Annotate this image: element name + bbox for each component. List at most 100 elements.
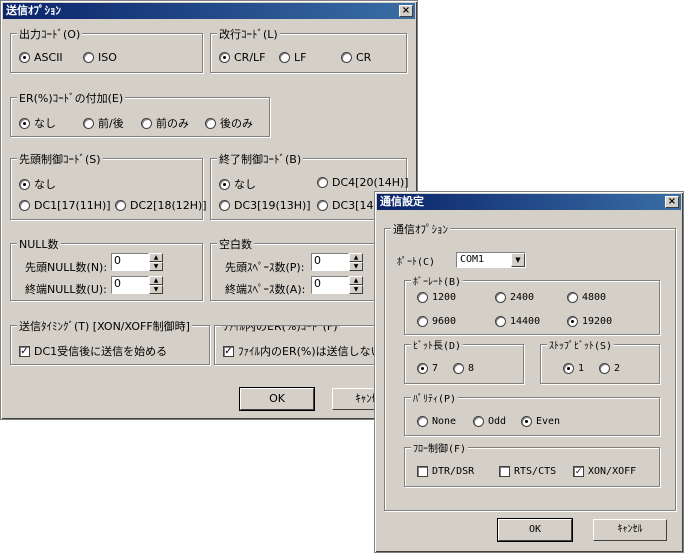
radio-cr[interactable]: CR (341, 51, 371, 64)
radio-tail-dc4[interactable]: DC4[20(14H)] (317, 176, 409, 189)
er-add-legend: ER(%)ｺｰﾄﾞの付加(E) (17, 90, 126, 106)
radio-parity-even[interactable]: Even (521, 416, 560, 427)
head-space-input[interactable]: 0 (311, 253, 349, 271)
radio-selected-icon (19, 52, 30, 63)
radio-er-none[interactable]: なし (19, 115, 56, 131)
tail-null-input[interactable]: 0 (111, 276, 149, 294)
port-select[interactable]: COM1 ▼ (456, 252, 526, 268)
radio-selected-icon (19, 178, 30, 190)
xon-xoff-checkbox[interactable]: ✓ XON/XOFF (573, 466, 636, 477)
radio-head-none[interactable]: なし (19, 176, 56, 192)
checkmark-icon: ✓ (573, 466, 584, 477)
radio-head-dc2[interactable]: DC2[18(12H)] (115, 199, 207, 212)
baud-rate-legend: ﾎﾞｰﾚｰﾄ(B) (411, 273, 464, 288)
radio-parity-none[interactable]: None (417, 416, 456, 427)
radio-unselected-icon (317, 177, 328, 188)
tail-null-spinner[interactable]: 0 ▲ ▼ (111, 276, 163, 294)
radio-selected-icon (521, 416, 532, 427)
cancel-button[interactable]: ｷｬﾝｾﾙ (593, 519, 667, 541)
radio-unselected-icon (453, 363, 464, 374)
radio-parity-odd[interactable]: Odd (473, 416, 506, 427)
head-space-spinner[interactable]: 0 ▲ ▼ (311, 253, 363, 271)
send-options-titlebar[interactable]: 送信ｵﾌﾟｼｮﾝ × (3, 3, 415, 19)
ok-button[interactable]: OK (497, 518, 573, 542)
flow-control-group: ﾌﾛｰ制御(F) DTR/DSR RTS/CTS ✓ XON/XOFF (404, 440, 660, 487)
spin-up-icon[interactable]: ▲ (149, 276, 163, 285)
radio-unselected-icon (495, 292, 506, 303)
comm-options-group: 通信ｵﾌﾟｼｮﾝ ﾎﾟｰﾄ(C) COM1 ▼ ﾎﾞｰﾚｰﾄ(B) 1200 2… (384, 221, 676, 511)
radio-selected-icon (567, 316, 578, 327)
close-button[interactable]: × (399, 5, 413, 17)
rts-cts-checkbox[interactable]: RTS/CTS (499, 466, 556, 477)
radio-baud-4800[interactable]: 4800 (567, 292, 606, 303)
tail-null-label: 終端NULL数(U): (25, 283, 107, 296)
dc1-checkbox[interactable]: ✓ DC1受信後に送信を始める (19, 343, 167, 359)
newline-code-legend: 改行ｺｰﾄﾞ(L) (217, 26, 280, 42)
tail-space-label: 終端ｽﾍﾟｰｽ数(A): (225, 283, 306, 296)
radio-er-before[interactable]: 前のみ (141, 115, 189, 131)
radio-iso[interactable]: ISO (83, 51, 117, 64)
radio-selected-icon (219, 178, 230, 190)
radio-unselected-icon (205, 117, 216, 129)
radio-selected-icon (19, 117, 30, 129)
stop-bits-legend: ｽﾄｯﾌﾟﾋﾞｯﾄ(S) (547, 337, 615, 352)
tail-space-spinner[interactable]: 0 ▲ ▼ (311, 276, 363, 294)
er-add-group: ER(%)ｺｰﾄﾞの付加(E) なし 前/後 前のみ 後のみ (10, 90, 270, 137)
radio-unselected-icon (567, 292, 578, 303)
radio-er-after[interactable]: 後のみ (205, 115, 253, 131)
radio-crlf[interactable]: CR/LF (219, 51, 266, 64)
radio-unselected-icon (19, 200, 30, 211)
head-null-input[interactable]: 0 (111, 253, 149, 271)
radio-unselected-icon (141, 117, 152, 129)
radio-stop-2[interactable]: 2 (599, 363, 620, 374)
spin-up-icon[interactable]: ▲ (349, 253, 363, 262)
chevron-down-icon[interactable]: ▼ (511, 253, 525, 267)
head-null-spinner[interactable]: 0 ▲ ▼ (111, 253, 163, 271)
dtr-dsr-checkbox[interactable]: DTR/DSR (417, 466, 474, 477)
radio-er-both[interactable]: 前/後 (83, 115, 124, 131)
comm-settings-titlebar[interactable]: 通信設定 × (377, 194, 681, 210)
spin-up-icon[interactable]: ▲ (149, 253, 163, 262)
radio-lf[interactable]: LF (279, 51, 306, 64)
radio-unselected-icon (495, 316, 506, 327)
send-options-dialog: 送信ｵﾌﾟｼｮﾝ × 出力ｺｰﾄﾞ(O) ASCII ISO 改行ｺｰﾄﾞ(L)… (0, 0, 418, 420)
radio-unselected-icon (115, 200, 126, 211)
radio-baud-2400[interactable]: 2400 (495, 292, 534, 303)
tail-space-input[interactable]: 0 (311, 276, 349, 294)
radio-unselected-icon (341, 52, 352, 63)
output-code-legend: 出力ｺｰﾄﾞ(O) (17, 26, 83, 42)
radio-baud-9600[interactable]: 9600 (417, 316, 456, 327)
radio-head-dc1[interactable]: DC1[17(11H)] (19, 199, 111, 212)
radio-stop-1[interactable]: 1 (563, 363, 584, 374)
radio-unselected-icon (219, 200, 230, 211)
spin-down-icon[interactable]: ▼ (149, 262, 163, 271)
ok-button[interactable]: OK (239, 387, 315, 411)
radio-unselected-icon (279, 52, 290, 63)
radio-tail-dc3[interactable]: DC3[19(13H)] (219, 199, 311, 212)
radio-ascii[interactable]: ASCII (19, 51, 63, 64)
radio-bits-7[interactable]: 7 (417, 363, 438, 374)
radio-baud-14400[interactable]: 14400 (495, 316, 540, 327)
file-er-legend: ﾌｧｲﾙ内のER(%)ｺｰﾄﾞ(F) (221, 326, 340, 334)
radio-unselected-icon (599, 363, 610, 374)
file-er-checkbox[interactable]: ✓ ﾌｧｲﾙ内のER(%)は送信しない (223, 343, 382, 359)
send-options-title: 送信ｵﾌﾟｼｮﾝ (6, 4, 61, 17)
close-button[interactable]: × (665, 196, 679, 208)
spin-down-icon[interactable]: ▼ (349, 262, 363, 271)
output-code-group: 出力ｺｰﾄﾞ(O) ASCII ISO (10, 26, 203, 73)
radio-selected-icon (219, 52, 230, 63)
radio-tail-none[interactable]: なし (219, 176, 256, 192)
radio-bits-8[interactable]: 8 (453, 363, 474, 374)
radio-baud-19200[interactable]: 19200 (567, 316, 612, 327)
parity-group: ﾊﾟﾘﾃｨ(P) None Odd Even (404, 390, 660, 436)
radio-unselected-icon (417, 292, 428, 303)
radio-unselected-icon (317, 200, 328, 211)
null-count-group: NULL数 先頭NULL数(N): 0 ▲ ▼ 終端NULL数(U): 0 ▲ ▼ (10, 236, 203, 301)
spin-up-icon[interactable]: ▲ (349, 276, 363, 285)
radio-unselected-icon (417, 416, 428, 427)
parity-legend: ﾊﾟﾘﾃｨ(P) (411, 390, 459, 405)
comm-settings-title: 通信設定 (380, 195, 424, 208)
spin-down-icon[interactable]: ▼ (149, 285, 163, 294)
radio-baud-1200[interactable]: 1200 (417, 292, 456, 303)
spin-down-icon[interactable]: ▼ (349, 285, 363, 294)
